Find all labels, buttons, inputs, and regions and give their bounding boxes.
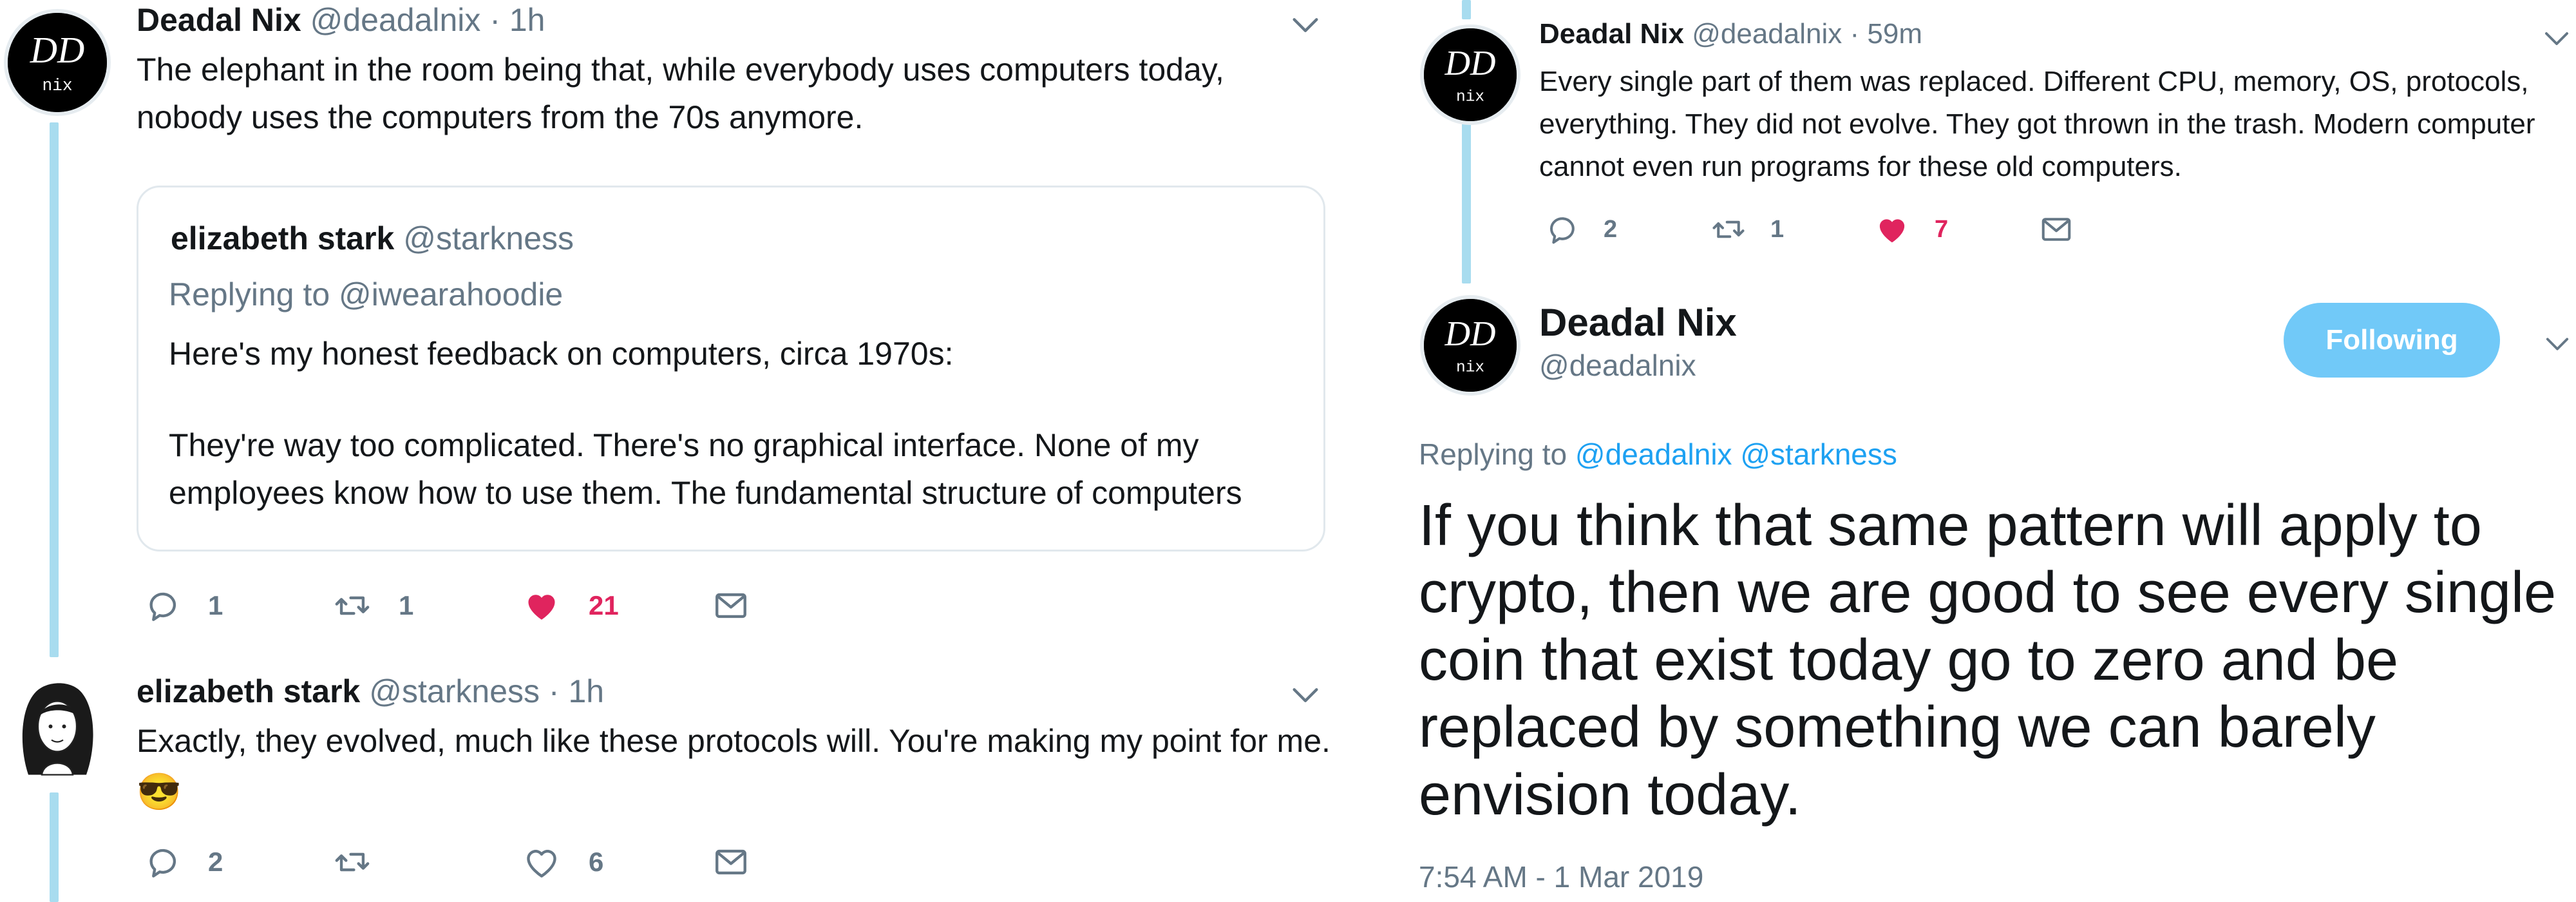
tweet-text: Every single part of them was replaced. … <box>1539 66 2535 182</box>
retweet-button[interactable] <box>332 843 399 881</box>
author-handle[interactable]: @starkness <box>369 673 540 709</box>
direct-message-button[interactable] <box>712 843 750 881</box>
mail-icon <box>715 849 746 875</box>
tweet-time[interactable]: · 59m <box>1850 18 1922 50</box>
like-button[interactable]: 21 <box>522 586 619 625</box>
like-count: 7 <box>1935 215 1949 243</box>
retweet-icon <box>1712 220 1745 238</box>
thread-line <box>1462 122 1471 283</box>
reply-button[interactable]: 1 <box>145 586 223 625</box>
like-button[interactable]: 7 <box>1874 211 1948 247</box>
sunglasses-emoji-icon: 😎 <box>137 771 182 812</box>
svg-text:nix: nix <box>1456 88 1484 106</box>
author-name[interactable]: Deadal Nix <box>1539 18 1684 50</box>
avatar[interactable] <box>9 676 106 786</box>
retweet-count: 1 <box>399 590 414 620</box>
thread-line <box>50 792 59 902</box>
thread-line <box>1462 0 1471 19</box>
retweet-button[interactable]: 1 <box>332 586 413 625</box>
direct-message-button[interactable] <box>712 586 750 625</box>
tweet-time[interactable]: · 1h <box>489 2 545 38</box>
author-handle[interactable]: @deadalnix <box>310 2 481 38</box>
quote-author-name: elizabeth stark <box>171 220 395 256</box>
mention-link[interactable]: @deadalnix <box>1575 437 1732 471</box>
tweet-timestamp[interactable]: 7:54 AM - 1 Mar 2019 <box>1419 859 1703 894</box>
author-name[interactable]: Deadal Nix <box>137 2 301 38</box>
mention-link[interactable]: @starkness <box>1740 437 1897 471</box>
author-handle[interactable]: @deadalnix <box>1692 18 1842 50</box>
svg-text:nix: nix <box>42 76 72 95</box>
tweet-header: Deadal Nix @deadalnix · 1h <box>137 1 545 39</box>
like-button[interactable]: 6 <box>522 843 603 881</box>
reply-count: 1 <box>208 590 223 620</box>
like-count: 6 <box>589 847 604 877</box>
quoted-tweet[interactable]: elizabeth stark @starkness Replying to @… <box>137 186 1325 552</box>
svg-text:DD: DD <box>1444 43 1495 82</box>
mail-icon <box>2041 218 2071 241</box>
quote-text-line1: Here's my honest feedback on computers, … <box>169 336 954 372</box>
retweet-icon <box>335 596 370 615</box>
svg-text:DD: DD <box>1444 314 1495 353</box>
tweet-text: The elephant in the room being that, whi… <box>137 52 1224 135</box>
avatar[interactable]: DD nix <box>1420 24 1520 125</box>
replying-to: Replying to @deadalnix @starkness <box>1419 437 1897 471</box>
heart-icon <box>527 850 556 878</box>
reply-button[interactable]: 2 <box>1546 211 1617 247</box>
author-name[interactable]: elizabeth stark <box>137 673 360 709</box>
reply-count: 2 <box>1604 215 1618 243</box>
svg-text:nix: nix <box>1456 359 1484 376</box>
avatar[interactable]: DD nix <box>1420 295 1520 396</box>
reply-icon <box>149 849 176 878</box>
heart-icon <box>1879 219 1905 243</box>
quote-author-handle: @starkness <box>403 220 574 256</box>
reply-icon <box>149 592 176 621</box>
main-tweet-text: If you think that same pattern will appl… <box>1419 494 2557 827</box>
chevron-down-icon[interactable] <box>2545 336 2570 352</box>
chevron-down-icon[interactable] <box>2544 31 2570 46</box>
chevron-down-icon[interactable] <box>1291 17 1320 34</box>
quote-replying-to: Replying to @iwearahoodie <box>169 276 564 312</box>
retweet-icon <box>335 852 370 872</box>
author-name[interactable]: Deadal Nix <box>1539 300 1737 345</box>
reply-button[interactable]: 2 <box>145 843 223 881</box>
mail-icon <box>715 593 746 619</box>
left-conversation: DD nix Deadal Nix @deadalnix · 1h The el… <box>0 0 1346 902</box>
reply-icon <box>1549 217 1575 244</box>
avatar[interactable]: DD nix <box>4 9 111 116</box>
chevron-down-icon[interactable] <box>1291 687 1320 704</box>
like-count: 21 <box>589 590 619 620</box>
following-button[interactable]: Following <box>2284 303 2500 378</box>
reply-count: 2 <box>208 847 223 877</box>
retweet-button[interactable]: 1 <box>1710 211 1784 247</box>
svg-text:DD: DD <box>30 29 85 71</box>
tweet-time[interactable]: · 1h <box>549 673 604 709</box>
heart-icon <box>528 595 555 620</box>
direct-message-button[interactable] <box>2038 211 2074 247</box>
tweet-text: Exactly, they evolved, much like these p… <box>137 723 1331 812</box>
author-handle[interactable]: @deadalnix <box>1539 348 1696 383</box>
tweet-header: elizabeth stark @starkness · 1h <box>137 673 604 710</box>
quote-text-body: They're way too complicated. There's no … <box>169 427 1242 511</box>
retweet-count: 1 <box>1770 215 1785 243</box>
right-conversation: DD nix Deadal Nix @deadalnix · 59m Every… <box>1410 0 2576 902</box>
tweet-header: Deadal Nix @deadalnix · 59m <box>1539 18 1922 50</box>
thread-line <box>50 122 59 657</box>
